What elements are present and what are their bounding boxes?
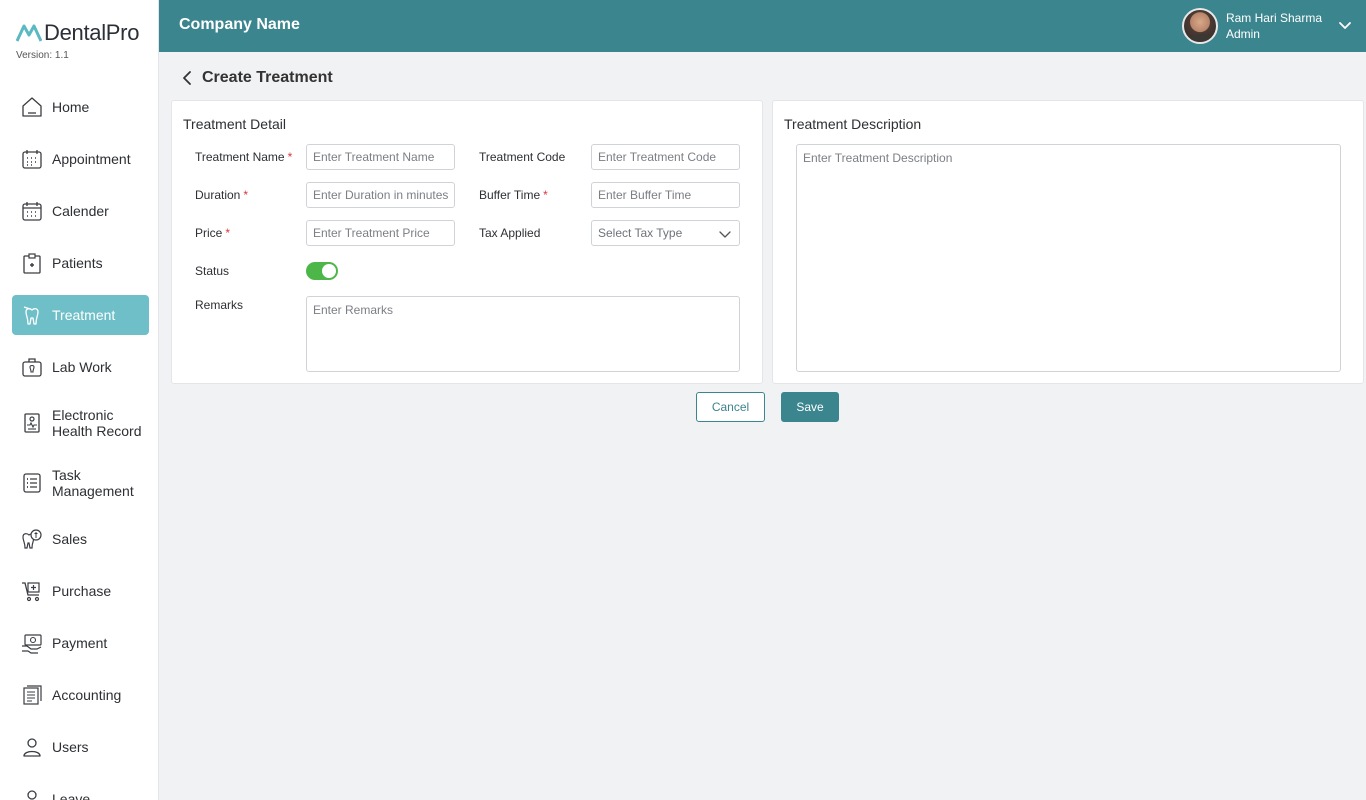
cancel-button[interactable]: Cancel [696,392,765,422]
duration-label-text: Duration [195,188,241,202]
sidebar-item-sales[interactable]: Sales [12,519,149,559]
chevron-down-icon [719,231,731,238]
save-button[interactable]: Save [781,392,839,422]
remarks-textarea[interactable] [306,296,740,372]
sidebar-item-patients[interactable]: Patients [12,243,149,283]
treatment-description-textarea[interactable] [796,144,1341,372]
lab-work-icon [20,355,44,379]
sidebar-item-label: Calender [52,203,109,219]
duration-input[interactable] [306,182,455,208]
sidebar-item-label: Sales [52,531,88,547]
sidebar-item-task-management[interactable]: Task Management [12,459,149,507]
chevron-down-icon[interactable] [1338,19,1352,33]
sidebar-item-accounting[interactable]: Accounting [12,675,149,715]
tax-type-select-value: Select Tax Type [598,226,683,240]
user-name: Ram Hari Sharma [1225,11,1322,25]
sidebar-nav: Home Appointment Calender Patients Treat… [12,87,149,800]
buffer-time-label: Buffer Time * [479,188,548,202]
sidebar-item-label: Treatment [52,307,116,323]
sidebar-item-home[interactable]: Home [12,87,149,127]
task-icon [20,471,44,495]
user-menu[interactable]: Ram Hari Sharma Admin [1181,8,1352,44]
sidebar-item-label: Accounting [52,687,122,703]
treatment-description-title: Treatment Description [784,116,922,132]
required-mark: * [543,188,548,202]
treatment-name-label-text: Treatment Name [195,150,285,164]
sidebar-item-payment[interactable]: Payment [12,623,149,663]
user-info: Ram Hari Sharma Admin [1226,10,1322,42]
sidebar-item-appointment[interactable]: Appointment [12,139,149,179]
appointment-icon [20,147,44,171]
sidebar-item-electronic-health-record[interactable]: Electronic Health Record [12,399,149,447]
company-name: Company Name [179,16,300,33]
patients-icon [20,251,44,275]
sidebar-item-label: Patients [52,255,103,271]
sidebar-item-label: Task Management [52,467,134,499]
treatment-detail-title: Treatment Detail [183,116,286,132]
price-label-text: Price [195,226,223,240]
status-label: Status [195,264,230,278]
payment-icon [20,631,44,655]
page-title: Create Treatment [202,69,333,86]
sidebar-item-label: Payment [52,635,108,651]
page-title-bar: Create Treatment [180,68,333,88]
sales-icon [20,527,44,551]
top-header: Company Name Ram Hari Sharma Admin [159,0,1366,52]
sidebar-item-treatment[interactable]: Treatment [12,295,149,335]
purchase-icon [20,579,44,603]
tax-type-select[interactable]: Select Tax Type [591,220,740,246]
users-icon [20,735,44,759]
status-toggle[interactable] [306,262,338,280]
sidebar-item-label: Lab Work [52,359,112,375]
sidebar-item-label: Users [52,739,89,755]
sidebar-item-lab-work[interactable]: Lab Work [12,347,149,387]
leave-icon [20,787,44,800]
user-role: Admin [1225,27,1260,41]
price-label: Price * [195,226,230,240]
buffer-time-input[interactable] [591,182,740,208]
sidebar-item-label: Electronic Health Record [52,407,142,439]
treatment-name-input[interactable] [306,144,455,170]
duration-label: Duration * [195,188,248,202]
calendar-icon [20,199,44,223]
sidebar-item-users[interactable]: Users [12,727,149,767]
required-mark: * [243,188,249,202]
home-icon [20,95,44,119]
treatment-code-label: Treatment Code [479,150,566,164]
sidebar-item-purchase[interactable]: Purchase [12,571,149,611]
logo-icon [16,24,42,42]
remarks-label: Remarks [195,298,244,312]
required-mark: * [287,150,293,164]
logo: DentalPro [16,20,139,46]
health-record-icon [20,411,44,435]
buffer-time-label-text: Buffer Time [479,188,541,202]
treatment-icon [20,303,44,327]
sidebar-item-label: Leave [52,791,91,800]
logo-text: DentalPro [44,20,140,45]
sidebar-item-label: Purchase [52,583,112,599]
version-label: Version: 1.1 [16,50,69,61]
back-icon[interactable] [180,70,196,86]
avatar[interactable] [1181,8,1218,44]
treatment-name-label: Treatment Name * [195,150,292,164]
sidebar-item-leave[interactable]: Leave [12,779,149,800]
sidebar: DentalPro Version: 1.1 Home Appointment … [0,0,159,800]
accounting-icon [20,683,44,707]
tax-applied-label: Tax Applied [479,226,541,240]
sidebar-item-calender[interactable]: Calender [12,191,149,231]
treatment-code-input[interactable] [591,144,740,170]
price-input[interactable] [306,220,455,246]
required-mark: * [225,226,231,240]
sidebar-item-label: Home [52,99,90,115]
treatment-description-card: Treatment Description [772,100,1364,384]
treatment-detail-card: Treatment Detail Treatment Name* Treatme… [171,100,763,384]
sidebar-item-label: Appointment [52,151,131,167]
